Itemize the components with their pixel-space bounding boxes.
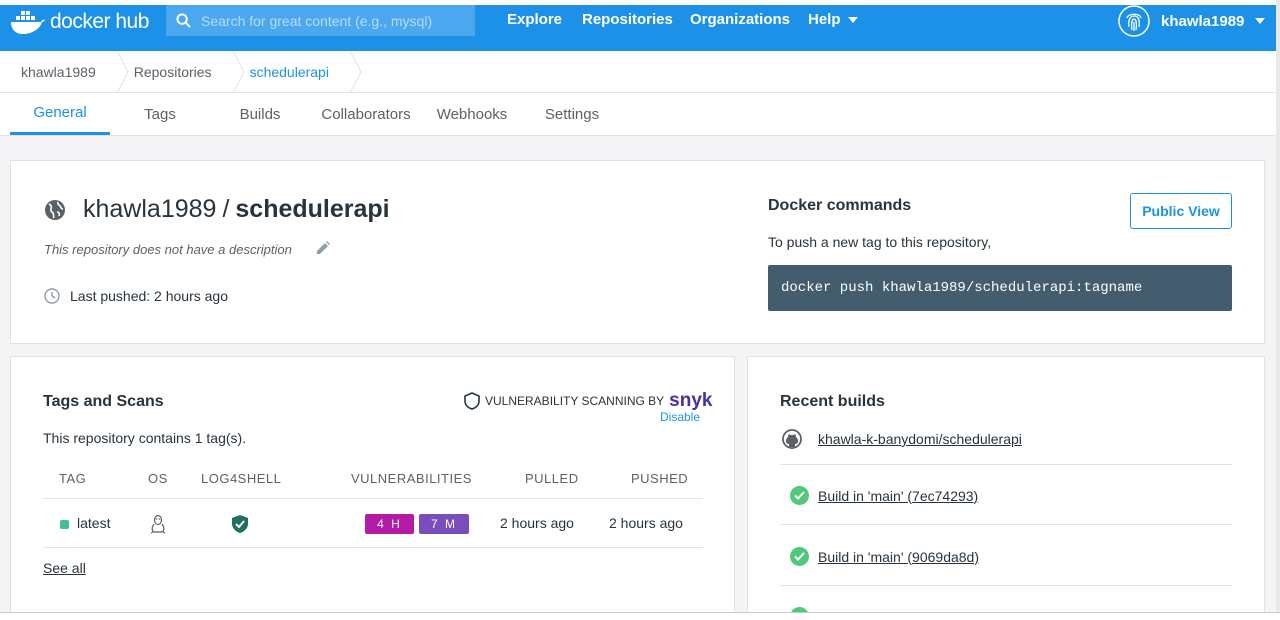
search-icon: [176, 13, 191, 28]
tab-collaborators[interactable]: Collaborators: [316, 93, 416, 135]
logo-docker-text: docker: [50, 10, 111, 33]
nav-explore[interactable]: Explore: [507, 11, 562, 28]
chevron-right-icon: [116, 50, 129, 93]
tab-general[interactable]: General: [10, 93, 110, 135]
globe-icon: [45, 199, 65, 220]
col-header-os: OS: [148, 471, 168, 486]
description-text: This repository does not have a descript…: [44, 242, 292, 257]
tags-scans-card: Tags and Scans VULNERABILITY SCANNING BY…: [10, 356, 735, 620]
tab-tags[interactable]: Tags: [110, 93, 210, 135]
builds-divider: [780, 464, 1232, 465]
builds-divider: [780, 585, 1232, 586]
tags-scans-title: Tags and Scans: [43, 393, 164, 410]
tag-name-link[interactable]: latest: [77, 515, 110, 531]
breadcrumb-label: Repositories: [133, 63, 212, 80]
nav-help-label: Help: [808, 11, 841, 28]
github-icon: [782, 429, 802, 449]
check-circle-icon: [790, 486, 809, 505]
shield-check-icon: [232, 515, 248, 533]
scrollbar[interactable]: [1276, 0, 1280, 620]
username: khawla1989: [1161, 12, 1245, 30]
bottom-bar: [0, 612, 1280, 620]
breadcrumb-item-user[interactable]: khawla1989: [0, 51, 116, 93]
recent-builds-card: Recent builds khawla-k-banydomi/schedule…: [747, 356, 1265, 620]
search-input[interactable]: [201, 12, 461, 29]
tab-builds[interactable]: Builds: [210, 93, 310, 135]
recent-builds-title: Recent builds: [780, 393, 885, 410]
edit-pencil-icon[interactable]: [316, 241, 330, 255]
col-header-pushed: PUSHED: [631, 471, 689, 486]
repo-separator: /: [222, 195, 230, 223]
medium-vuln-badge[interactable]: 7 M: [419, 514, 469, 534]
repo-tabs: General Tags Builds Collaborators Webhoo…: [0, 93, 1276, 136]
snyk-logo: snyk: [669, 390, 713, 411]
clock-icon: [44, 288, 60, 304]
chevron-right-icon: [349, 50, 362, 93]
source-repo: khawla-k-banydomi/schedulerapi: [782, 429, 1022, 449]
chevron-down-icon: [1255, 18, 1266, 24]
breadcrumb-item-repositories[interactable]: Repositories: [130, 51, 232, 93]
last-pushed: Last pushed: 2 hours ago: [44, 288, 228, 304]
last-pushed-text: Last pushed: 2 hours ago: [70, 288, 229, 304]
chevron-down-icon: [847, 16, 858, 23]
col-header-log4shell: LOG4SHELL: [201, 471, 282, 486]
nav-help[interactable]: Help: [808, 11, 858, 28]
repo-namespace: khawla1989: [83, 195, 217, 223]
repo-title: khawla1989 / schedulerapi: [44, 195, 390, 224]
fingerprint-avatar-icon: [1118, 5, 1150, 37]
repo-header-card: khawla1989 / schedulerapi This repositor…: [10, 160, 1265, 344]
top-navbar: docker hub Explore Repositories Organiza…: [0, 5, 1276, 51]
source-repo-link[interactable]: khawla-k-banydomi/schedulerapi: [818, 431, 1022, 447]
public-view-button[interactable]: Public View: [1130, 193, 1232, 229]
search-box[interactable]: [166, 5, 475, 36]
breadcrumb-label: khawla1989: [21, 63, 96, 80]
table-divider: [43, 498, 703, 499]
user-menu[interactable]: khawla1989: [1118, 5, 1266, 37]
breadcrumb-item-schedulerapi[interactable]: schedulerapi: [246, 51, 349, 93]
repo-name: schedulerapi: [235, 195, 390, 223]
high-vuln-badge[interactable]: 4 H: [365, 514, 414, 534]
col-header-vulnerabilities: VULNERABILITIES: [351, 471, 472, 486]
col-header-tag: TAG: [59, 471, 87, 486]
docker-push-command[interactable]: docker push khawla1989/schedulerapi:tagn…: [768, 265, 1232, 311]
chevron-right-icon: [232, 50, 245, 93]
build-link[interactable]: Build in 'main' (7ec74293): [818, 488, 978, 504]
nav-organizations[interactable]: Organizations: [690, 11, 790, 28]
build-item: Build in 'main' (7ec74293): [790, 486, 978, 505]
docker-whale-icon: [11, 11, 45, 34]
docker-hub-logo[interactable]: docker hub: [10, 9, 149, 35]
tag-count-text: This repository contains 1 tag(s).: [43, 430, 247, 446]
pulled-time: 2 hours ago: [500, 515, 574, 531]
logo-hub-text: hub: [115, 10, 149, 33]
shield-outline-icon: [464, 391, 480, 410]
vuln-scanning-text: VULNERABILITY SCANNING BY: [485, 393, 665, 408]
build-link[interactable]: Build in 'main' (9069da8d): [818, 549, 979, 565]
disable-scanning-link[interactable]: Disable: [660, 410, 700, 424]
tab-settings[interactable]: Settings: [522, 93, 622, 135]
pushed-time: 2 hours ago: [609, 515, 683, 531]
tag-status-dot: [60, 520, 69, 529]
nav-repositories[interactable]: Repositories: [582, 11, 673, 28]
docker-commands-title: Docker commands: [768, 197, 912, 214]
breadcrumb: khawla1989 Repositories schedulerapi: [0, 50, 1276, 93]
builds-divider: [780, 524, 1232, 525]
repo-description: This repository does not have a descript…: [44, 242, 292, 257]
check-circle-icon: [790, 547, 809, 566]
table-divider: [43, 547, 703, 548]
see-all-link[interactable]: See all: [43, 560, 86, 576]
vuln-scanning-label: VULNERABILITY SCANNING BY snyk: [464, 391, 712, 410]
breadcrumb-label: schedulerapi: [249, 63, 329, 80]
col-header-pulled: PULLED: [525, 471, 579, 486]
build-item: Build in 'main' (9069da8d): [790, 547, 979, 566]
docker-commands-subtitle: To push a new tag to this repository,: [768, 234, 992, 250]
linux-tux-icon: [150, 514, 166, 534]
tab-webhooks[interactable]: Webhooks: [422, 93, 522, 135]
